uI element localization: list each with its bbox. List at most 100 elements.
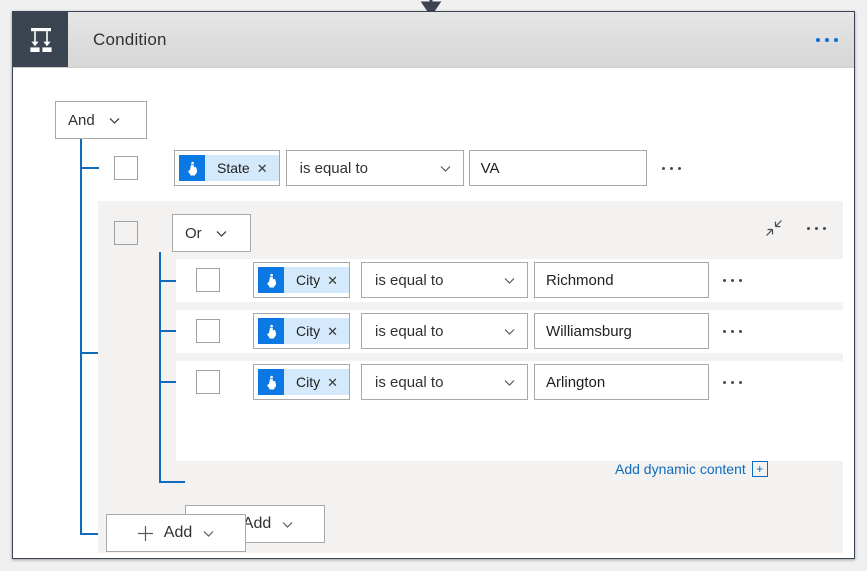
field-token[interactable]: State ✕: [179, 155, 279, 181]
operator-dropdown[interactable]: is equal to: [361, 313, 528, 349]
group-operator-label: Or: [185, 225, 202, 242]
plus-box-icon[interactable]: +: [752, 461, 768, 477]
touch-pointer-icon: [258, 267, 284, 293]
ellipsis-dot: [825, 38, 829, 42]
field-token-label: City: [284, 374, 327, 390]
operator-label: is equal to: [375, 323, 443, 340]
value-text: Arlington: [546, 374, 605, 391]
operator-dropdown[interactable]: is equal to: [286, 150, 464, 186]
condition-builder: And: [13, 68, 854, 558]
field-token-box[interactable]: State ✕: [174, 150, 280, 186]
touch-pointer-icon: [258, 318, 284, 344]
value-input[interactable]: Richmond: [534, 262, 709, 298]
operator-dropdown[interactable]: is equal to: [361, 364, 528, 400]
close-x-icon[interactable]: ✕: [327, 325, 349, 338]
ellipsis-dot: [723, 330, 726, 333]
field-token-label: City: [284, 272, 327, 288]
root-add-button[interactable]: Add: [106, 514, 246, 552]
ellipsis-dot: [662, 167, 665, 170]
ellipsis-dot: [670, 167, 673, 170]
collapse-arrows-icon[interactable]: [765, 219, 783, 237]
card-more-menu-button[interactable]: [816, 12, 838, 67]
chevron-down-icon: [215, 227, 228, 240]
ellipsis-dot: [816, 38, 820, 42]
value-input[interactable]: VA: [469, 150, 647, 186]
chevron-down-icon: [202, 527, 215, 540]
close-x-icon[interactable]: ✕: [327, 274, 349, 287]
ellipsis-dot: [807, 227, 810, 230]
group-operator-dropdown[interactable]: Or: [172, 214, 251, 252]
condition-row: City ✕ is equal to Arlington: [196, 364, 748, 400]
row-more-menu-button[interactable]: [717, 313, 748, 349]
field-token[interactable]: City ✕: [258, 318, 349, 344]
chevron-down-icon: [439, 162, 452, 175]
group-more-menu-button[interactable]: [807, 227, 826, 230]
ellipsis-dot: [739, 279, 742, 282]
operator-label: is equal to: [375, 374, 443, 391]
row-select-checkbox[interactable]: [196, 370, 220, 394]
group-select-checkbox[interactable]: [114, 221, 138, 245]
ellipsis-dot: [723, 381, 726, 384]
row-more-menu-button[interactable]: [717, 262, 748, 298]
root-operator-label: And: [68, 112, 95, 129]
group-tree-branch-add: [159, 481, 185, 483]
chevron-down-icon: [108, 114, 121, 127]
chevron-down-icon: [281, 518, 294, 531]
plus-icon: [137, 525, 154, 542]
root-tree-branch-row-1: [80, 167, 99, 169]
card-header: Condition: [13, 12, 854, 68]
group-tree-branch-row-1: [159, 280, 176, 282]
value-text: Richmond: [546, 272, 614, 289]
value-text: Williamsburg: [546, 323, 632, 340]
ellipsis-dot: [678, 167, 681, 170]
nested-or-group: Or: [98, 201, 843, 553]
chevron-down-icon: [503, 274, 516, 287]
ellipsis-dot: [723, 279, 726, 282]
add-dynamic-content-link[interactable]: Add dynamic content +: [615, 461, 768, 477]
row-more-menu-button[interactable]: [656, 150, 687, 186]
condition-branch-icon: [13, 12, 68, 67]
field-token-box[interactable]: City ✕: [253, 262, 350, 298]
group-toolbar: [765, 219, 826, 237]
operator-label: is equal to: [375, 272, 443, 289]
ellipsis-dot: [731, 330, 734, 333]
row-more-menu-button[interactable]: [717, 364, 748, 400]
value-input[interactable]: Arlington: [534, 364, 709, 400]
group-add-label: Add: [243, 515, 271, 533]
condition-row: City ✕ is equal to Williamsburg: [196, 313, 748, 349]
root-add-label: Add: [164, 524, 192, 542]
touch-pointer-icon: [258, 369, 284, 395]
ellipsis-dot: [739, 330, 742, 333]
add-dynamic-content-label: Add dynamic content: [615, 461, 746, 477]
ellipsis-dot: [823, 227, 826, 230]
group-tree-vertical-line: [159, 252, 161, 483]
value-text: VA: [481, 160, 500, 177]
field-token-box[interactable]: City ✕: [253, 313, 350, 349]
row-select-checkbox[interactable]: [114, 156, 138, 180]
condition-row: City ✕ is equal to Richmond: [196, 262, 748, 298]
field-token-label: City: [284, 323, 327, 339]
close-x-icon[interactable]: ✕: [327, 376, 349, 389]
ellipsis-dot: [815, 227, 818, 230]
chevron-down-icon: [503, 376, 516, 389]
field-token-box[interactable]: City ✕: [253, 364, 350, 400]
close-x-icon[interactable]: ✕: [257, 162, 279, 175]
row-select-checkbox[interactable]: [196, 319, 220, 343]
ellipsis-dot: [834, 38, 838, 42]
touch-pointer-icon: [179, 155, 205, 181]
operator-dropdown[interactable]: is equal to: [361, 262, 528, 298]
value-input[interactable]: Williamsburg: [534, 313, 709, 349]
ellipsis-dot: [731, 279, 734, 282]
condition-card: Condition And: [12, 11, 855, 559]
chevron-down-icon: [503, 325, 516, 338]
root-tree-vertical-line: [80, 139, 82, 535]
root-operator-dropdown[interactable]: And: [55, 101, 147, 139]
field-token[interactable]: City ✕: [258, 267, 349, 293]
row-select-checkbox[interactable]: [196, 268, 220, 292]
field-token[interactable]: City ✕: [258, 369, 349, 395]
screen: Condition And: [0, 0, 867, 571]
root-tree-branch-group: [80, 352, 99, 354]
ellipsis-dot: [731, 381, 734, 384]
page-title: Condition: [93, 12, 167, 67]
ellipsis-dot: [739, 381, 742, 384]
